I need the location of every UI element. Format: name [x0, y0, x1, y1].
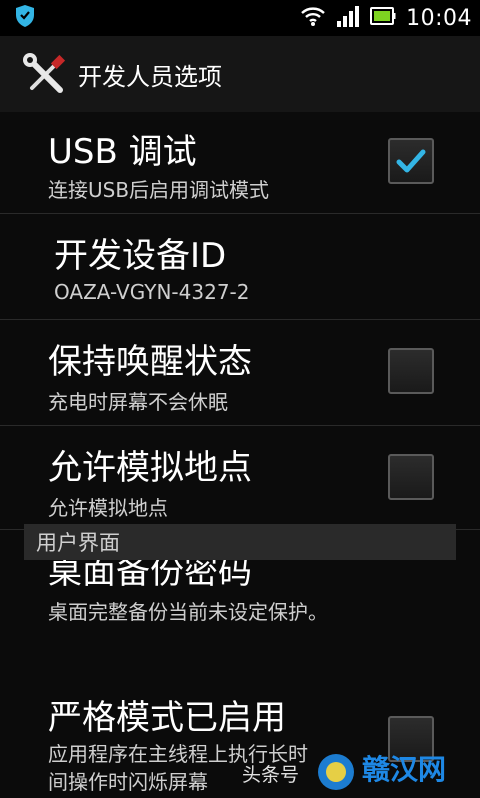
watermark: 头条号 赣汉网 [242, 746, 472, 794]
usb-debugging-checkbox[interactable] [388, 138, 434, 184]
setting-stay-awake[interactable]: 保持唤醒状态 充电时屏幕不会休眠 [0, 320, 480, 426]
setting-title: 开发设备ID [54, 236, 227, 276]
watermark-sub: 头条号 [242, 764, 300, 786]
battery-icon [370, 6, 396, 30]
notification-shield-icon [14, 4, 36, 32]
setting-mock-locations[interactable]: 允许模拟地点 允许模拟地点 [0, 426, 480, 530]
tools-icon [20, 48, 72, 100]
status-bar: 10:04 [0, 0, 480, 36]
setting-subtitle-line2: 间操作时闪烁屏幕 [48, 770, 208, 794]
setting-subtitle: 充电时屏幕不会休眠 [48, 390, 228, 414]
watermark-text: 赣汉网 [362, 753, 447, 786]
setting-usb-debugging[interactable]: USB 调试 连接USB后启用调试模式 [0, 112, 480, 214]
status-right: 10:04 [300, 5, 480, 31]
setting-subtitle: 允许模拟地点 [48, 496, 168, 520]
setting-device-id[interactable]: 开发设备ID OAZA-VGYN-4327-2 [0, 214, 480, 320]
setting-title: 保持唤醒状态 [48, 342, 252, 382]
status-left [0, 4, 36, 32]
signal-icon [336, 5, 360, 31]
setting-title: USB 调试 [48, 132, 197, 172]
setting-title: 严格模式已启用 [48, 698, 286, 738]
wifi-icon [300, 5, 326, 31]
check-icon [396, 149, 426, 173]
device-id-value: OAZA-VGYN-4327-2 [54, 280, 250, 304]
mock-locations-checkbox[interactable] [388, 454, 434, 500]
stay-awake-checkbox[interactable] [388, 348, 434, 394]
setting-subtitle: 连接USB后启用调试模式 [48, 178, 270, 202]
title-bar: 开发人员选项 [0, 36, 480, 112]
page-title: 开发人员选项 [78, 62, 222, 91]
setting-title: 允许模拟地点 [48, 448, 252, 488]
section-header-user-interface: 用户界面 [24, 524, 456, 560]
clock: 10:04 [406, 5, 472, 31]
